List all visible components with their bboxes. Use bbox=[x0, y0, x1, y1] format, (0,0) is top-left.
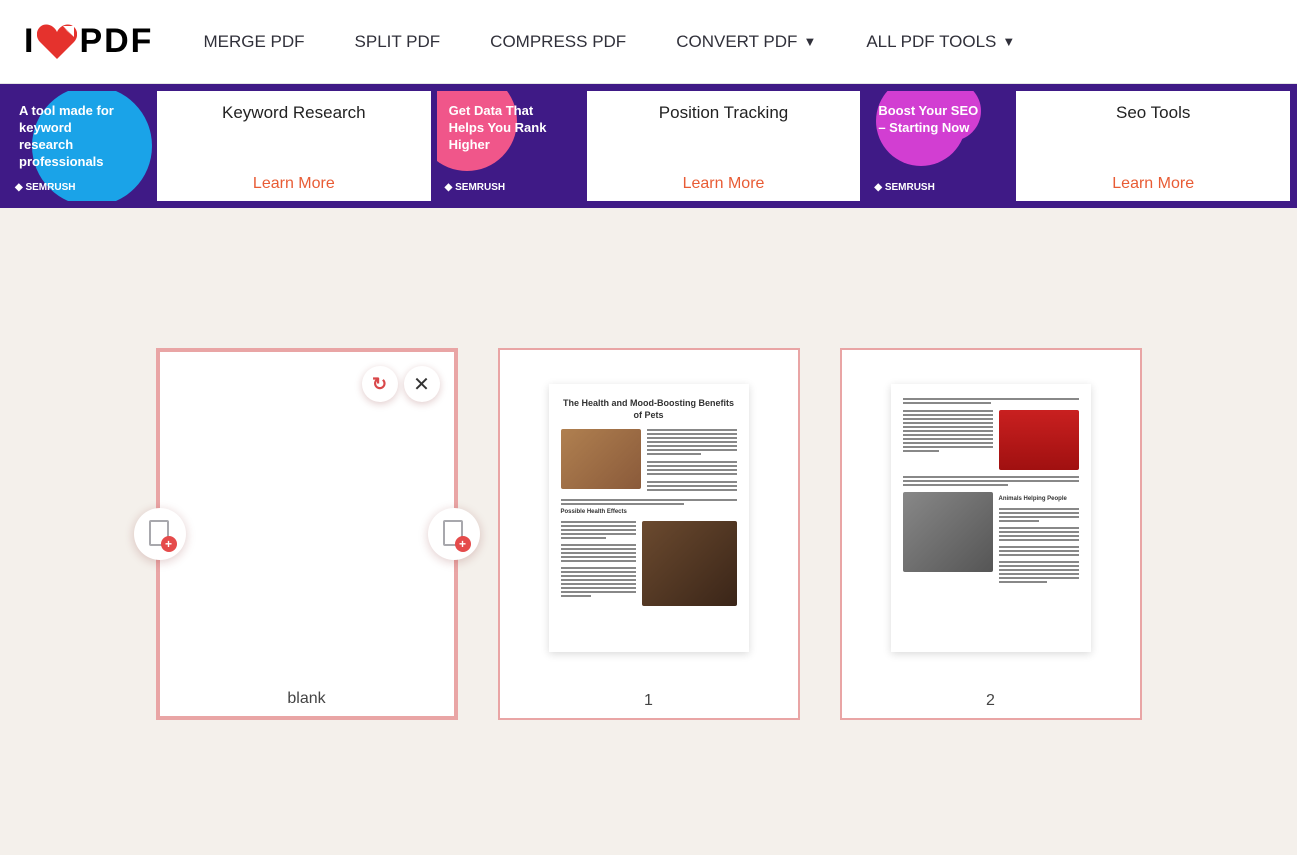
ad-card[interactable]: Boost Your SEO – Starting Now ◆ SEMRUSH … bbox=[866, 91, 1290, 201]
rotate-icon: ↻ bbox=[372, 374, 387, 395]
ad-brand: ◆ SEMRUSH bbox=[445, 182, 505, 193]
remove-page-button[interactable]: ✕ bbox=[404, 366, 440, 402]
page-thumbnail-blank[interactable]: + ↻ ✕ blank + bbox=[156, 348, 458, 720]
add-page-icon: + bbox=[149, 520, 171, 548]
ad-title: Keyword Research bbox=[175, 103, 413, 123]
logo-suffix: PDF bbox=[79, 22, 153, 61]
ad-title: Seo Tools bbox=[1034, 103, 1272, 123]
page-label: blank bbox=[160, 684, 454, 716]
logo[interactable]: I PDF bbox=[24, 22, 153, 61]
add-page-icon: + bbox=[443, 520, 465, 548]
caret-down-icon: ▼ bbox=[803, 34, 816, 49]
ad-headline: Get Data That Helps You Rank Higher bbox=[449, 103, 559, 154]
main-nav: MERGE PDF SPLIT PDF COMPRESS PDF CONVERT… bbox=[203, 32, 1015, 52]
ad-headline: Boost Your SEO – Starting Now bbox=[878, 103, 988, 137]
nav-convert[interactable]: CONVERT PDF▼ bbox=[676, 32, 816, 52]
doc-image bbox=[903, 492, 993, 572]
ad-headline: A tool made for keyword research profess… bbox=[19, 103, 129, 171]
doc-image bbox=[999, 410, 1079, 470]
doc-image bbox=[561, 429, 641, 489]
nav-merge[interactable]: MERGE PDF bbox=[203, 32, 304, 52]
document-preview: The Health and Mood-Boosting Benefits of… bbox=[549, 384, 749, 652]
header: I PDF MERGE PDF SPLIT PDF COMPRESS PDF C… bbox=[0, 0, 1297, 84]
ad-cta[interactable]: Learn More bbox=[1034, 175, 1272, 193]
document-preview: Animals Helping People bbox=[891, 384, 1091, 652]
ad-cta[interactable]: Learn More bbox=[175, 175, 413, 193]
page-label: 1 bbox=[500, 686, 798, 718]
ad-card[interactable]: A tool made for keyword research profess… bbox=[7, 91, 431, 201]
ad-image: A tool made for keyword research profess… bbox=[7, 91, 157, 201]
page-workspace: + ↻ ✕ blank + The Health and Mood-Boosti… bbox=[0, 208, 1297, 760]
add-page-after-button[interactable]: + bbox=[428, 508, 480, 560]
ad-card[interactable]: Get Data That Helps You Rank Higher ◆ SE… bbox=[437, 91, 861, 201]
heart-icon bbox=[37, 24, 77, 60]
ad-brand: ◆ SEMRUSH bbox=[874, 182, 934, 193]
add-page-before-button[interactable]: + bbox=[134, 508, 186, 560]
page-actions: ↻ ✕ bbox=[362, 366, 440, 402]
doc-subheading: Possible Health Effects bbox=[561, 509, 737, 517]
caret-down-icon: ▼ bbox=[1002, 34, 1015, 49]
nav-split[interactable]: SPLIT PDF bbox=[355, 32, 441, 52]
doc-subheading: Animals Helping People bbox=[999, 496, 1079, 504]
doc-title: The Health and Mood-Boosting Benefits of… bbox=[561, 398, 737, 421]
nav-all-tools[interactable]: ALL PDF TOOLS▼ bbox=[866, 32, 1015, 52]
ad-image: Get Data That Helps You Rank Higher ◆ SE… bbox=[437, 91, 587, 201]
close-icon: ✕ bbox=[413, 372, 430, 397]
page-thumbnail-2[interactable]: Animals Helping People 2 bbox=[840, 348, 1142, 720]
page-label: 2 bbox=[842, 686, 1140, 718]
page-thumbnail-1[interactable]: The Health and Mood-Boosting Benefits of… bbox=[498, 348, 800, 720]
ad-image: Boost Your SEO – Starting Now ◆ SEMRUSH bbox=[866, 91, 1016, 201]
doc-image bbox=[642, 521, 737, 606]
ad-brand: ◆ SEMRUSH bbox=[15, 182, 75, 193]
nav-compress[interactable]: COMPRESS PDF bbox=[490, 32, 626, 52]
ad-title: Position Tracking bbox=[605, 103, 843, 123]
logo-prefix: I bbox=[24, 22, 35, 61]
ad-bar: A tool made for keyword research profess… bbox=[0, 84, 1297, 208]
rotate-page-button[interactable]: ↻ bbox=[362, 366, 398, 402]
ad-cta[interactable]: Learn More bbox=[605, 175, 843, 193]
